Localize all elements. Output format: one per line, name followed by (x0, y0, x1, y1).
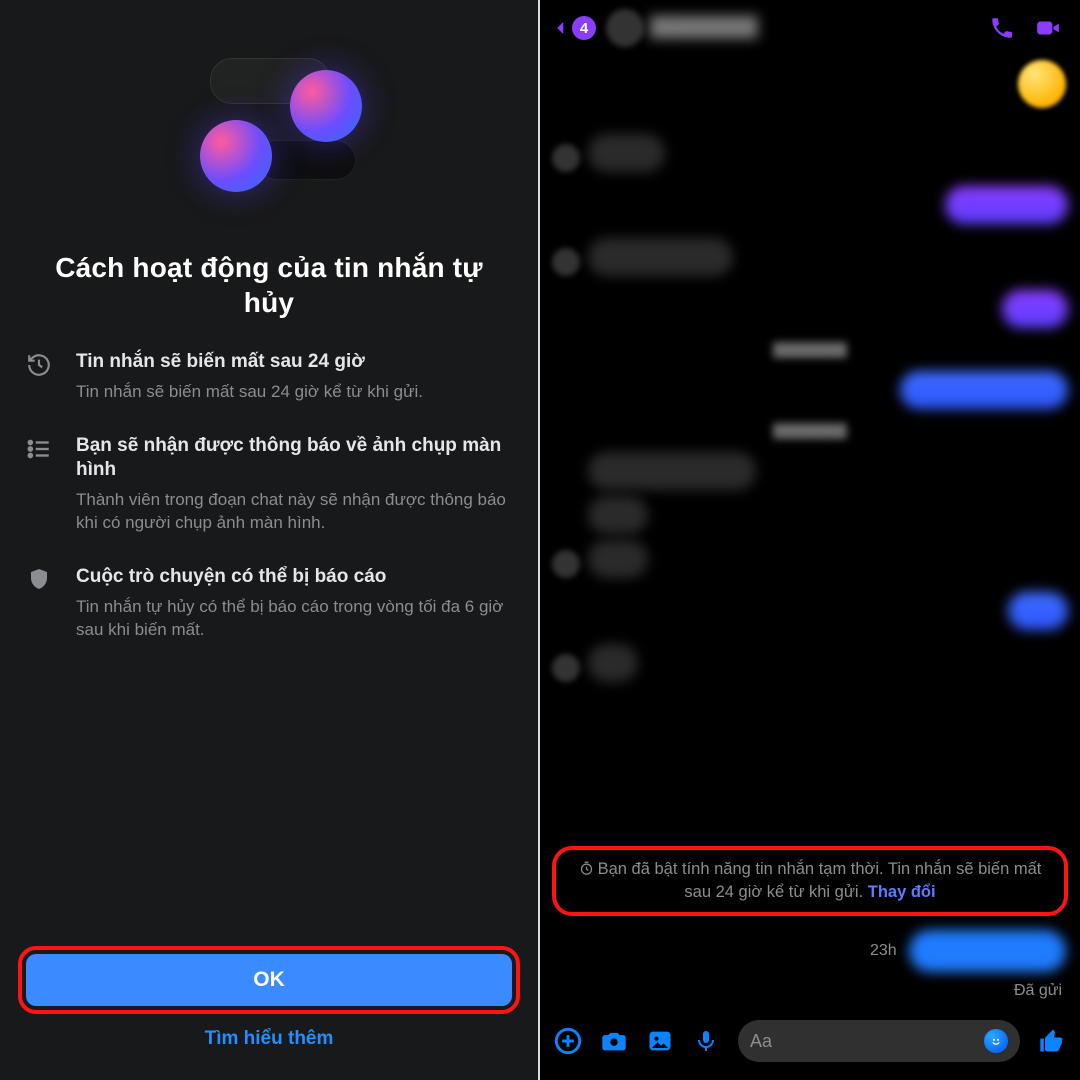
list-icon (24, 434, 54, 535)
reaction-emoji (1018, 60, 1066, 108)
gallery-button[interactable] (646, 1027, 674, 1055)
like-button[interactable] (1038, 1027, 1066, 1055)
timestamp-divider: ████████ (552, 342, 1068, 357)
modal-title: Cách hoạt động của tin nhắn tự hủy (0, 240, 538, 326)
feature-title: Cuộc trò chuyện có thể bị báo cáo (76, 565, 514, 590)
feature-list: Tin nhắn sẽ biến mất sau 24 giờ Tin nhắn… (0, 326, 538, 946)
video-call-button[interactable] (1028, 15, 1068, 41)
camera-button[interactable] (600, 1027, 628, 1055)
history-icon (24, 350, 54, 404)
emoji-picker-button[interactable] (984, 1029, 1008, 1053)
unread-count-badge: 4 (572, 16, 596, 40)
sent-status: Đã gửi (540, 978, 1080, 1010)
message-bubble[interactable]: ███ (1002, 290, 1068, 328)
feature-desc: Thành viên trong đoạn chat này sẽ nhận đ… (76, 489, 514, 535)
feature-title: Bạn sẽ nhận được thông báo về ảnh chụp m… (76, 434, 514, 483)
feature-item: Tin nhắn sẽ biến mất sau 24 giờ Tin nhắn… (24, 350, 514, 404)
shield-icon (24, 565, 54, 642)
highlight-ok: OK (18, 946, 520, 1014)
feature-desc: Tin nhắn tự hủy có thể bị báo cáo trong … (76, 596, 514, 642)
feature-item: Cuộc trò chuyện có thể bị báo cáo Tin nh… (24, 565, 514, 642)
feature-item: Bạn sẽ nhận được thông báo về ảnh chụp m… (24, 434, 514, 535)
mic-button[interactable] (692, 1027, 720, 1055)
feature-desc: Tin nhắn sẽ biến mất sau 24 giờ kể từ kh… (76, 381, 423, 404)
hero-illustration (0, 20, 538, 240)
highlight-notice: Bạn đã bật tính năng tin nhắn tạm thời. … (552, 846, 1068, 916)
message-bubble[interactable]: ██ (588, 496, 648, 534)
disappearing-info-modal: Cách hoạt động của tin nhắn tự hủy Tin n… (0, 0, 540, 1080)
avatar (552, 144, 580, 172)
message-bubble[interactable]: ████████████ (588, 452, 756, 490)
message-bubble[interactable]: ██████████ (588, 238, 733, 276)
timer-icon (579, 861, 594, 876)
message-bubble[interactable]: ██ (588, 540, 648, 578)
timestamp-divider: ████████ (552, 423, 1068, 438)
message-bubble[interactable]: ████████████ (900, 371, 1068, 409)
message-bubble[interactable]: ████████ (945, 186, 1068, 224)
message-bubble[interactable]: ██████████ (909, 930, 1066, 972)
avatar (552, 654, 580, 682)
message-bubble[interactable]: ██ (588, 644, 638, 682)
avatar[interactable] (606, 9, 644, 47)
composer: Aa (540, 1010, 1080, 1080)
message-input[interactable]: Aa (738, 1020, 1020, 1062)
notice-text: Bạn đã bật tính năng tin nhắn tạm thời. … (598, 860, 1042, 901)
message-bubble[interactable]: ████ (588, 134, 665, 172)
change-link[interactable]: Thay đổi (868, 883, 936, 901)
call-button[interactable] (982, 15, 1022, 41)
chat-header: 4 ████████ (540, 0, 1080, 56)
ok-button[interactable]: OK (26, 954, 512, 1006)
avatar (552, 248, 580, 276)
message-timestamp: 23h (870, 942, 897, 960)
feature-title: Tin nhắn sẽ biến mất sau 24 giờ (76, 350, 423, 375)
input-placeholder: Aa (750, 1031, 984, 1052)
chat-title[interactable]: ████████ (650, 17, 758, 39)
learn-more-link[interactable]: Tìm hiểu thêm (18, 1014, 520, 1068)
disappearing-notice: Bạn đã bật tính năng tin nhắn tạm thời. … (568, 858, 1052, 904)
avatar (552, 550, 580, 578)
chat-view: 4 ████████ ████ ████████ ██████████ ███ … (540, 0, 1080, 1080)
message-list[interactable]: ████ ████████ ██████████ ███ ████████ ██… (540, 56, 1080, 838)
last-message-row: 23h ██████████ (540, 924, 1080, 978)
back-button[interactable]: 4 (552, 16, 596, 40)
more-actions-button[interactable] (554, 1027, 582, 1055)
message-bubble[interactable]: ██ (1008, 592, 1068, 630)
